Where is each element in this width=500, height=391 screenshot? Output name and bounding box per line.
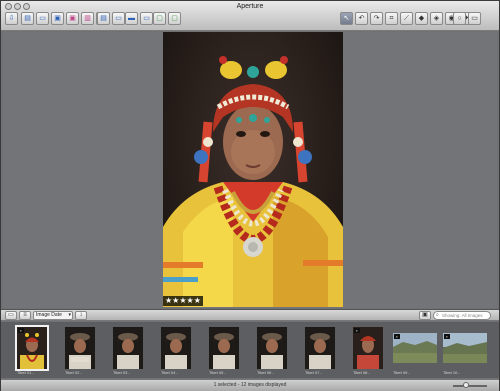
thumbnail-image bbox=[305, 327, 335, 369]
list-view-icon[interactable]: ≡ bbox=[19, 311, 31, 320]
status-text: 1 selected - 12 images displayed bbox=[213, 382, 287, 388]
thumbnail[interactable]: ▪ bbox=[15, 325, 49, 371]
stack-icon[interactable]: ▤ bbox=[97, 12, 110, 25]
thumbnail[interactable] bbox=[65, 327, 95, 369]
thumbnail-image bbox=[257, 327, 287, 369]
crop-tool-icon[interactable]: ⌗ bbox=[385, 12, 398, 25]
hud-icon[interactable]: ▭ bbox=[468, 12, 481, 25]
thumbnail-image bbox=[65, 327, 95, 369]
title-toolbar: Aperture ⇩ ▤ ▭ ▣ ▣ ▥ ▦ ▤ ▭ ▬ ▭ ▢ ▢ ↖ ↶ ↷ bbox=[1, 1, 499, 31]
thumbnail[interactable]: ▪ bbox=[443, 333, 487, 363]
thumbnail-image bbox=[161, 327, 191, 369]
rating-badge[interactable]: ★★★★★ bbox=[163, 296, 203, 306]
lift-tool-icon[interactable]: ◆ bbox=[415, 12, 428, 25]
badge-icon: ▪ bbox=[444, 334, 450, 339]
search-icon: ⌕ bbox=[436, 312, 439, 318]
toolbar-layout-group: ▬ ▭ bbox=[125, 12, 153, 25]
toolbar-compare-group: ▢ ▢ bbox=[153, 12, 181, 25]
new-project-icon[interactable]: ▤ bbox=[21, 12, 34, 25]
thumbnail[interactable] bbox=[113, 327, 143, 369]
sort-direction-icon[interactable]: ↕ bbox=[75, 311, 87, 320]
badge-icon: ▪ bbox=[18, 328, 24, 333]
badge-icon: ▪ bbox=[394, 334, 400, 339]
import-icon[interactable]: ⇩ bbox=[5, 12, 18, 25]
new-album-icon[interactable]: ▣ bbox=[51, 12, 64, 25]
filter-icon[interactable]: ▣ bbox=[419, 311, 431, 320]
status-bar: 1 selected - 12 images displayed bbox=[1, 379, 499, 391]
split-icon[interactable]: ▭ bbox=[112, 12, 125, 25]
thumbnail-image bbox=[353, 327, 383, 369]
filmstrip: ▪ Tibet 01 - Tibet 02 - Tibet 03 - Tibet… bbox=[1, 322, 499, 378]
rotate-right-icon[interactable]: ↷ bbox=[370, 12, 383, 25]
portrait-image bbox=[163, 56, 343, 307]
thumbnail[interactable] bbox=[257, 327, 287, 369]
toolbar-stack-group: ▤ ▭ bbox=[97, 12, 125, 25]
compare-icon[interactable]: ▢ bbox=[153, 12, 166, 25]
browser-icon[interactable]: ▬ bbox=[125, 12, 138, 25]
thumbnail-image bbox=[17, 327, 47, 369]
thumbnail[interactable] bbox=[161, 327, 191, 369]
toolbar-left-group: ⇩ bbox=[5, 12, 18, 25]
toolbar-view-group: ○ ▭ bbox=[453, 12, 481, 25]
viewer-icon[interactable]: ▭ bbox=[140, 12, 153, 25]
thumbnail[interactable]: ▪ bbox=[393, 333, 437, 363]
slider-knob[interactable] bbox=[463, 382, 469, 388]
loupe-icon[interactable]: ○ bbox=[453, 12, 466, 25]
chevron-down-icon: ▾ bbox=[68, 312, 71, 318]
thumbnail-image bbox=[209, 327, 239, 369]
thumbnail-size-slider[interactable] bbox=[453, 382, 487, 388]
filmstrip-view-icon[interactable]: ▭ bbox=[5, 311, 17, 320]
thumbnail[interactable] bbox=[209, 327, 239, 369]
search-field[interactable]: ⌕ Showing: All Images bbox=[433, 311, 491, 320]
new-smart-album-icon[interactable]: ▣ bbox=[66, 12, 79, 25]
new-folder-icon[interactable]: ▭ bbox=[36, 12, 49, 25]
browser-control-bar: ▭ ≡ Image Date ▾ ↕ ▣ ⌕ Showing: All Imag… bbox=[1, 309, 499, 321]
aperture-window: Aperture ⇩ ▤ ▭ ▣ ▣ ▥ ▦ ▤ ▭ ▬ ▭ ▢ ▢ ↖ ↶ ↷ bbox=[0, 0, 500, 391]
sort-select[interactable]: Image Date ▾ bbox=[33, 311, 73, 320]
new-book-icon[interactable]: ▥ bbox=[81, 12, 94, 25]
image-viewer: ★★★★★ bbox=[3, 32, 497, 308]
thumbnail[interactable] bbox=[305, 327, 335, 369]
main-photo[interactable] bbox=[163, 32, 343, 307]
auto-stack-icon[interactable]: ▢ bbox=[168, 12, 181, 25]
select-tool-icon[interactable]: ↖ bbox=[340, 12, 353, 25]
sort-select-value: Image Date bbox=[36, 312, 62, 318]
toolbar-new-group: ▤ ▭ ▣ ▣ ▥ ▦ bbox=[21, 12, 109, 25]
thumbnail-image bbox=[113, 327, 143, 369]
search-placeholder: Showing: All Images bbox=[442, 313, 483, 318]
straighten-tool-icon[interactable]: ⟋ bbox=[400, 12, 413, 25]
window-title: Aperture bbox=[236, 3, 264, 10]
stamp-tool-icon[interactable]: ◈ bbox=[430, 12, 443, 25]
thumbnail[interactable]: ▪ bbox=[353, 327, 383, 369]
badge-icon: ▪ bbox=[354, 328, 360, 333]
rotate-left-icon[interactable]: ↶ bbox=[355, 12, 368, 25]
